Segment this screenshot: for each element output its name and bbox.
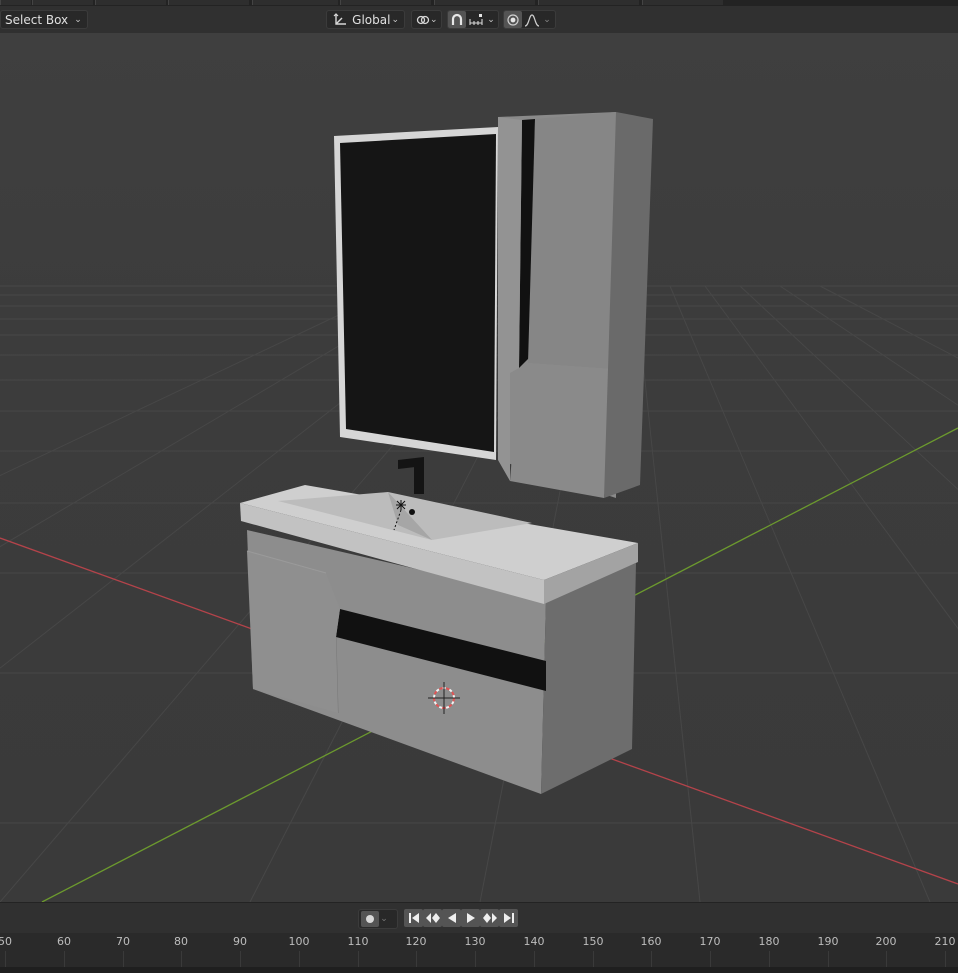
play-icon[interactable] <box>461 909 480 927</box>
timeline-scrollbar[interactable] <box>0 967 958 973</box>
workspace-tab[interactable] <box>642 0 723 5</box>
frame-number: 190 <box>817 935 839 948</box>
select-mode-dropdown[interactable]: Select Box ⌄ <box>0 10 88 29</box>
frame-gridline <box>651 951 652 967</box>
tall-cabinet[interactable] <box>498 112 653 498</box>
auto-keying-group[interactable]: ⌄ <box>358 909 398 929</box>
frame-gridline <box>886 951 887 967</box>
workspace-tab[interactable] <box>434 0 535 5</box>
frame-number: 100 <box>288 935 310 948</box>
jump-to-next-keyframe-icon[interactable] <box>480 909 499 927</box>
frame-gridline <box>475 951 476 967</box>
frame-number: 110 <box>347 935 369 948</box>
snap-icon[interactable] <box>448 11 466 28</box>
workspace-tab[interactable] <box>252 0 338 5</box>
frame-gridline <box>123 951 124 967</box>
frame-gridline <box>5 951 6 967</box>
frame-number: 200 <box>875 935 897 948</box>
frame-number: 130 <box>464 935 486 948</box>
frame-number: 70 <box>116 935 130 948</box>
frame-gridline <box>593 951 594 967</box>
workspace-tab[interactable] <box>340 0 431 5</box>
viewport-scene <box>0 33 958 902</box>
pivot-point-icon <box>416 13 430 27</box>
chevron-down-icon: ⌄ <box>430 14 438 25</box>
mirror[interactable] <box>334 127 498 460</box>
transform-orientation-dropdown[interactable]: Global ⌄ <box>326 10 405 29</box>
chevron-down-icon[interactable]: ⌄ <box>379 914 389 924</box>
transform-orientation-label: Global <box>352 12 391 27</box>
3d-viewport[interactable] <box>0 33 958 902</box>
frame-number: 50 <box>0 935 12 948</box>
workspace-tab[interactable] <box>168 0 249 5</box>
select-mode-label: Select Box <box>5 12 69 27</box>
chevron-down-icon[interactable]: ⌄ <box>542 15 552 25</box>
snap-group: ⌄ <box>447 10 499 29</box>
chevron-down-icon[interactable]: ⌄ <box>486 15 496 25</box>
chevron-down-icon: ⌄ <box>391 14 399 25</box>
frame-gridline <box>945 951 946 967</box>
play-reverse-icon[interactable] <box>442 909 461 927</box>
frame-number: 90 <box>233 935 247 948</box>
workspace-tab[interactable] <box>95 0 166 5</box>
timeline-header: ⌄ <box>0 902 958 934</box>
frame-number: 80 <box>174 935 188 948</box>
frame-number: 120 <box>405 935 427 948</box>
frame-number: 140 <box>523 935 545 948</box>
frame-number: 160 <box>640 935 662 948</box>
frame-gridline <box>358 951 359 967</box>
workspace-tab[interactable] <box>538 0 639 5</box>
frame-number: 210 <box>934 935 956 948</box>
frame-gridline <box>299 951 300 967</box>
proportional-editing-group: ⌄ <box>503 10 556 29</box>
frame-gridline <box>710 951 711 967</box>
viewport-header: Select Box ⌄ Global ⌄ ⌄ ⌄ ⌄ <box>0 6 958 34</box>
workspace-tab[interactable] <box>32 0 93 5</box>
jump-to-end-icon[interactable] <box>499 909 518 927</box>
jump-to-start-icon[interactable] <box>404 909 423 927</box>
frame-number: 180 <box>758 935 780 948</box>
proportional-editing-icon[interactable] <box>504 11 522 28</box>
frame-gridline <box>416 951 417 967</box>
falloff-curve-icon[interactable] <box>522 13 542 27</box>
workspace-tab[interactable] <box>0 0 31 5</box>
frame-gridline <box>828 951 829 967</box>
frame-gridline <box>240 951 241 967</box>
jump-to-previous-keyframe-icon[interactable] <box>423 909 442 927</box>
record-icon[interactable] <box>361 911 379 927</box>
frame-gridline <box>181 951 182 967</box>
transform-orientation-icon <box>331 12 348 27</box>
frame-gridline <box>64 951 65 967</box>
timeline-frame-ruler[interactable]: 50 60 70 80 90 100 110 120 130 140 150 160 170 180 190… <box>0 933 958 967</box>
frame-gridline <box>534 951 535 967</box>
pivot-point-dropdown[interactable]: ⌄ <box>411 10 442 29</box>
chevron-down-icon: ⌄ <box>74 14 82 25</box>
frame-number: 170 <box>699 935 721 948</box>
snap-increment-icon[interactable] <box>466 13 486 27</box>
frame-number: 150 <box>582 935 604 948</box>
frame-gridline <box>769 951 770 967</box>
frame-number: 60 <box>57 935 71 948</box>
